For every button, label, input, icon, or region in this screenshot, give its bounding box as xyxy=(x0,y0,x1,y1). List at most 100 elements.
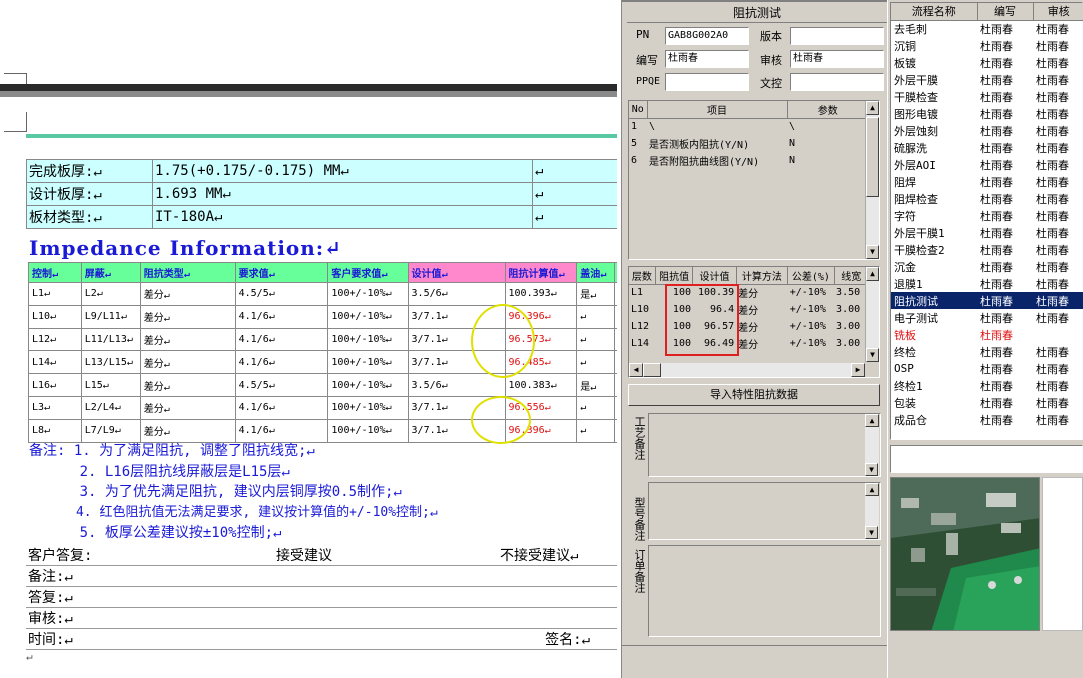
answer-field[interactable]: 答复:↵ xyxy=(26,586,617,609)
flow-row[interactable]: 干膜检查 杜雨春 杜雨春 xyxy=(891,88,1083,105)
type-note-field[interactable] xyxy=(648,482,881,540)
items-cell-param: N xyxy=(789,155,796,166)
flow-cell-writer: 杜雨春 xyxy=(980,413,1013,427)
process-flow-list[interactable]: 流程名称 编写 审核 去毛刺 杜雨春 杜雨春 沉铜 杜雨春 杜雨春 板镀 杜雨春 杜雨春 外层干膜… xyxy=(890,2,1083,440)
scroll-thumb[interactable] xyxy=(866,117,879,197)
remark-line: 2. L16层阻抗线屏蔽层是L15层↵ xyxy=(29,463,290,480)
impedance-cell-req: 4.1/6↵ xyxy=(234,418,329,443)
scroll-up-icon[interactable]: ▲ xyxy=(865,414,879,427)
impedance-header-cell: 设计值↵ xyxy=(407,262,506,283)
pcb-photo-image xyxy=(891,478,1039,630)
flow-row[interactable]: 成品仓 杜雨春 杜雨春 xyxy=(891,411,1083,428)
impedance-test-panel: 阻抗测试 PN GAB8G002A0 版本 编写 杜雨春 审核 杜雨春 PPQE… xyxy=(621,0,887,678)
flow-row[interactable]: 铣板 杜雨春 xyxy=(891,326,1083,343)
order-note-field[interactable] xyxy=(648,545,881,637)
scroll-up-icon[interactable]: ▲ xyxy=(866,101,879,115)
flow-row[interactable]: 外层AOI 杜雨春 杜雨春 xyxy=(891,156,1083,173)
review-field[interactable]: 审核:↵ xyxy=(26,607,617,630)
accept-option[interactable]: 接受建议 xyxy=(274,545,498,567)
flow-row[interactable]: 阻抗测试 杜雨春 杜雨春 xyxy=(891,292,1083,309)
flow-cell-reviewer: 杜雨春 xyxy=(1036,158,1069,172)
impedance-cell-ctrl: L14↵ xyxy=(28,350,82,375)
flow-row[interactable]: 退膜1 杜雨春 杜雨春 xyxy=(891,275,1083,292)
layer-header-cell[interactable]: 设计值 xyxy=(692,267,737,285)
pn-label: PN xyxy=(636,28,650,41)
flow-row[interactable]: 外层蚀刻 杜雨春 杜雨春 xyxy=(891,122,1083,139)
word-document[interactable]: 完成板厚:↵ 1.75(+0.175/-0.175) MM↵ ↵ 设计板厚:↵ 1.69… xyxy=(0,0,617,678)
reviewer-field[interactable]: 杜雨春 xyxy=(790,50,884,68)
impedance-cell-oil: ↵ xyxy=(576,327,616,352)
flow-detail-field[interactable] xyxy=(890,445,1083,473)
scroll-down-icon[interactable]: ▼ xyxy=(865,463,878,476)
flow-header-name[interactable]: 流程名称 xyxy=(891,3,978,21)
time-field[interactable]: 时间:↵ xyxy=(26,628,498,651)
flow-row[interactable]: 终检1 杜雨春 杜雨春 xyxy=(891,377,1083,394)
flow-row[interactable]: 电子测试 杜雨春 杜雨春 xyxy=(891,309,1083,326)
type-note-scrollbar[interactable]: ▲ ▼ xyxy=(865,483,879,539)
pn-field[interactable]: GAB8G002A0 xyxy=(665,27,749,45)
flow-row[interactable]: 字符 杜雨春 杜雨春 xyxy=(891,207,1083,224)
impedance-header-cell: H1 xyxy=(614,262,617,283)
impedance-cell-oil: 是↵ xyxy=(576,373,616,397)
items-grid[interactable]: No 项目 参数 1 \ \ 5 是否测板内阻抗(Y/N) N 6 是否附阻抗曲线图(Y/N)… xyxy=(628,100,880,260)
flow-cell-reviewer: 杜雨春 xyxy=(1033,292,1083,309)
flow-row[interactable]: 沉铜 杜雨春 杜雨春 xyxy=(891,37,1083,54)
flow-row[interactable]: 外层干膜1 杜雨春 杜雨春 xyxy=(891,224,1083,241)
flow-row[interactable]: 沉金 杜雨春 杜雨春 xyxy=(891,258,1083,275)
craft-note-field[interactable] xyxy=(648,413,881,477)
layer-header-cell[interactable]: 层数 xyxy=(629,267,656,285)
scroll-down-icon[interactable]: ▼ xyxy=(865,526,878,539)
flow-row[interactable]: 外层干膜 杜雨春 杜雨春 xyxy=(891,71,1083,88)
flow-cell-reviewer: 杜雨春 xyxy=(1036,39,1069,53)
scroll-right-icon[interactable]: ▶ xyxy=(851,363,865,377)
scroll-up-icon[interactable]: ▲ xyxy=(865,483,879,496)
layer-header-cell[interactable]: 线宽 xyxy=(834,267,870,285)
items-scrollbar[interactable]: ▲ ▼ xyxy=(865,101,879,259)
reject-option[interactable]: 不接受建议↵ xyxy=(498,545,617,567)
impedance-cell-shield: L13/L15↵ xyxy=(80,350,141,375)
import-impedance-button[interactable]: 导入特性阻抗数据 xyxy=(628,384,880,406)
flow-row[interactable]: 图形电镀 杜雨春 杜雨春 xyxy=(891,105,1083,122)
flow-row[interactable]: 阻焊检查 杜雨春 杜雨春 xyxy=(891,190,1083,207)
layer-header-cell[interactable]: 计算方法 xyxy=(736,267,789,285)
items-cell-param: N xyxy=(789,138,796,149)
board-info-extra: ↵ xyxy=(532,182,617,206)
layer-hscrollbar[interactable]: ◀ ▶ xyxy=(629,363,865,377)
scroll-up-icon[interactable]: ▲ xyxy=(866,267,879,281)
flow-header-writer[interactable]: 编写 xyxy=(977,3,1034,21)
doc-control-field[interactable] xyxy=(790,73,884,91)
layer-header-cell[interactable]: 公差(%) xyxy=(787,267,835,285)
layer-cell-width: 3.00 xyxy=(836,321,861,332)
scroll-down-icon[interactable]: ▼ xyxy=(866,245,879,259)
flow-row[interactable]: 终检 杜雨春 杜雨春 xyxy=(891,343,1083,360)
flow-row[interactable]: 包装 杜雨春 杜雨春 xyxy=(891,394,1083,411)
signature-field[interactable]: 签名:↵ xyxy=(498,628,617,651)
flow-cell-name: 干膜检查2 xyxy=(894,243,945,257)
impedance-cell-cust: 100+/-10%↵ xyxy=(327,327,409,352)
flow-row[interactable]: 阻焊 杜雨春 杜雨春 xyxy=(891,173,1083,190)
flow-row[interactable]: OSP 杜雨春 杜雨春 xyxy=(891,360,1083,377)
scroll-left-icon[interactable]: ◀ xyxy=(629,363,643,377)
layer-scrollbar[interactable]: ▲ ▼ xyxy=(865,267,879,362)
flow-row[interactable]: 硫脲洗 杜雨春 杜雨春 xyxy=(891,139,1083,156)
flow-cell-reviewer: 杜雨春 xyxy=(1036,73,1069,87)
items-row[interactable]: 6 是否附阻抗曲线图(Y/N) N xyxy=(629,152,869,169)
items-row[interactable]: 5 是否测板内阻抗(Y/N) N xyxy=(629,135,869,152)
flow-row[interactable]: 板镀 杜雨春 杜雨春 xyxy=(891,54,1083,71)
impedance-cell-ctrl: L1↵ xyxy=(28,282,82,306)
flow-row[interactable]: 去毛刺 杜雨春 杜雨春 xyxy=(891,20,1083,37)
version-field[interactable] xyxy=(790,27,884,45)
items-row[interactable]: 1 \ \ xyxy=(629,118,869,135)
items-header-param[interactable]: 参数 xyxy=(787,101,869,119)
flow-header-reviewer[interactable]: 审核 xyxy=(1033,3,1083,21)
writer-field[interactable]: 杜雨春 xyxy=(665,50,749,68)
layer-header-cell[interactable]: 阻抗值 xyxy=(655,267,694,285)
items-header-item[interactable]: 项目 xyxy=(647,101,788,119)
hscroll-thumb[interactable] xyxy=(643,363,661,377)
craft-note-scrollbar[interactable]: ▲ ▼ xyxy=(865,414,879,476)
scroll-down-icon[interactable]: ▼ xyxy=(866,348,879,362)
board-info-row: 设计板厚:↵ 1.693 MM↵ ↵ xyxy=(26,182,617,206)
remark-field[interactable]: 备注:↵ xyxy=(26,565,617,588)
flow-row[interactable]: 干膜检查2 杜雨春 杜雨春 xyxy=(891,241,1083,258)
ppqe-field[interactable] xyxy=(665,73,749,91)
